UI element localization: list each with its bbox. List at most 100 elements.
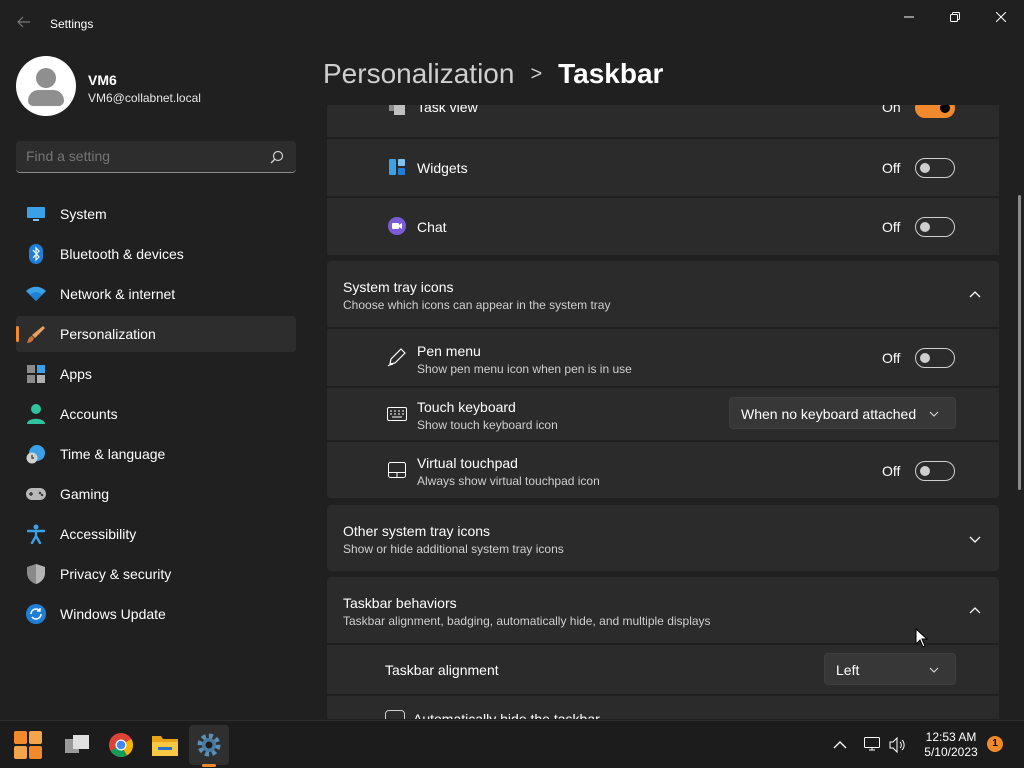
search-icon[interactable]: [270, 150, 284, 164]
pen-menu-title: Pen menu: [417, 343, 481, 359]
file-explorer-button[interactable]: [145, 725, 185, 765]
pen-menu-row[interactable]: Pen menu Show pen menu icon when pen is …: [327, 329, 999, 386]
restore-button[interactable]: [932, 4, 978, 30]
clock[interactable]: 12:53 AM 5/10/2023: [916, 730, 986, 760]
shield-icon: [26, 564, 46, 584]
widgets-state: Off: [882, 160, 901, 176]
sidebar-item-label: Personalization: [60, 326, 156, 342]
gamepad-icon: [26, 484, 46, 504]
system-tray-icons-header[interactable]: System tray icons Choose which icons can…: [327, 261, 999, 327]
sidebar-item-personalization[interactable]: Personalization: [16, 316, 296, 352]
widgets-row[interactable]: Widgets Off: [327, 139, 999, 196]
pen-menu-state: Off: [882, 350, 901, 366]
taskbar-behaviors-header[interactable]: Taskbar behaviors Taskbar alignment, bad…: [327, 577, 999, 643]
sidebar-item-label: Accounts: [60, 406, 118, 422]
virtual-touchpad-state: Off: [882, 463, 901, 479]
chevron-down-icon[interactable]: [969, 533, 981, 545]
close-button[interactable]: [978, 4, 1024, 30]
widgets-toggle[interactable]: [915, 158, 955, 178]
scrollbar[interactable]: [1018, 195, 1021, 490]
update-icon: [26, 604, 46, 624]
alignment-value: Left: [836, 662, 860, 678]
sidebar-item-label: Windows Update: [60, 606, 166, 622]
show-hidden-icons-button[interactable]: [821, 725, 859, 765]
network-icon: [864, 737, 880, 751]
sidebar-item-network[interactable]: Network & internet: [16, 276, 296, 312]
sidebar-item-accounts[interactable]: Accounts: [16, 396, 296, 432]
system-tray-subtitle: Choose which icons can appear in the sys…: [343, 298, 611, 312]
minimize-button[interactable]: [886, 4, 932, 30]
sidebar-item-label: Privacy & security: [60, 566, 172, 582]
task-view-toggle[interactable]: [915, 105, 955, 118]
title-bar: Settings: [0, 0, 1024, 48]
back-button[interactable]: [14, 14, 34, 34]
sidebar-item-label: Time & language: [60, 446, 166, 462]
sidebar-item-time-language[interactable]: Time & language: [16, 436, 296, 472]
settings-button[interactable]: [189, 725, 229, 765]
chevron-up-icon[interactable]: [969, 289, 981, 301]
alignment-label: Taskbar alignment: [385, 662, 499, 678]
virtual-touchpad-title: Virtual touchpad: [417, 455, 518, 471]
sidebar-item-bluetooth[interactable]: Bluetooth & devices: [16, 236, 296, 272]
restore-icon: [950, 12, 960, 22]
wifi-icon: [26, 284, 46, 304]
chat-row[interactable]: Chat Off: [327, 198, 999, 255]
page-title: Taskbar: [558, 58, 664, 89]
sidebar-item-gaming[interactable]: Gaming: [16, 476, 296, 512]
behaviors-subtitle: Taskbar alignment, badging, automaticall…: [343, 614, 711, 628]
autohide-row[interactable]: Automatically hide the taskbar: [327, 696, 999, 719]
volume-button[interactable]: [886, 725, 910, 765]
active-app-indicator: [202, 764, 216, 767]
sidebar-item-windows-update[interactable]: Windows Update: [16, 596, 296, 632]
mouse-cursor-icon: [915, 628, 928, 648]
virtual-touchpad-toggle[interactable]: [915, 461, 955, 481]
sidebar-item-label: Accessibility: [60, 526, 137, 542]
virtual-touchpad-subtitle: Always show virtual touchpad icon: [417, 474, 600, 488]
globe-clock-icon: [26, 444, 46, 464]
clock-time: 12:53 AM: [925, 730, 977, 744]
touch-keyboard-row[interactable]: Touch keyboard Show touch keyboard icon …: [327, 388, 999, 440]
search-input[interactable]: [26, 148, 256, 164]
avatar: [16, 56, 76, 116]
apps-icon: [26, 364, 46, 384]
chat-label: Chat: [417, 219, 447, 235]
touch-keyboard-value: When no keyboard attached: [741, 406, 917, 422]
accessibility-icon: [26, 524, 46, 544]
sidebar-item-apps[interactable]: Apps: [16, 356, 296, 392]
autohide-checkbox[interactable]: [385, 710, 405, 719]
sidebar-item-accessibility[interactable]: Accessibility: [16, 516, 296, 552]
virtual-touchpad-row[interactable]: Virtual touchpad Always show virtual tou…: [327, 442, 999, 498]
behaviors-title: Taskbar behaviors: [343, 595, 457, 611]
chat-icon: [387, 216, 407, 236]
task-view-button[interactable]: [57, 725, 97, 765]
bluetooth-icon: [26, 244, 46, 264]
chevron-up-icon[interactable]: [969, 605, 981, 617]
touch-keyboard-dropdown[interactable]: When no keyboard attached: [729, 397, 956, 429]
search-box[interactable]: [16, 141, 296, 173]
breadcrumb: Personalization > Taskbar: [323, 58, 663, 90]
other-system-tray-icons-header[interactable]: Other system tray icons Show or hide add…: [327, 505, 999, 571]
sidebar-item-system[interactable]: System: [16, 196, 296, 232]
user-name: VM6: [88, 72, 117, 88]
chat-toggle[interactable]: [915, 217, 955, 237]
sidebar-item-privacy[interactable]: Privacy & security: [16, 556, 296, 592]
chevron-down-icon: [929, 667, 939, 673]
other-tray-title: Other system tray icons: [343, 523, 491, 539]
breadcrumb-parent[interactable]: Personalization: [323, 58, 514, 90]
autohide-label: Automatically hide the taskbar: [413, 711, 600, 719]
network-button[interactable]: [861, 725, 885, 765]
task-view-row[interactable]: Task view On: [327, 105, 999, 137]
task-view-label: Task view: [417, 105, 478, 115]
user-email: VM6@collabnet.local: [88, 91, 201, 105]
monitor-icon: [26, 204, 46, 224]
user-profile[interactable]: VM6 VM6@collabnet.local: [16, 56, 296, 118]
start-button[interactable]: [8, 725, 48, 765]
alignment-dropdown[interactable]: Left: [824, 653, 956, 685]
pen-menu-toggle[interactable]: [915, 348, 955, 368]
person-icon: [26, 404, 46, 424]
brush-icon: [26, 324, 46, 344]
taskbar-alignment-row[interactable]: Taskbar alignment Left: [327, 645, 999, 694]
chrome-button[interactable]: [101, 725, 141, 765]
notification-badge[interactable]: 1: [987, 736, 1003, 752]
pen-menu-subtitle: Show pen menu icon when pen is in use: [417, 362, 632, 376]
